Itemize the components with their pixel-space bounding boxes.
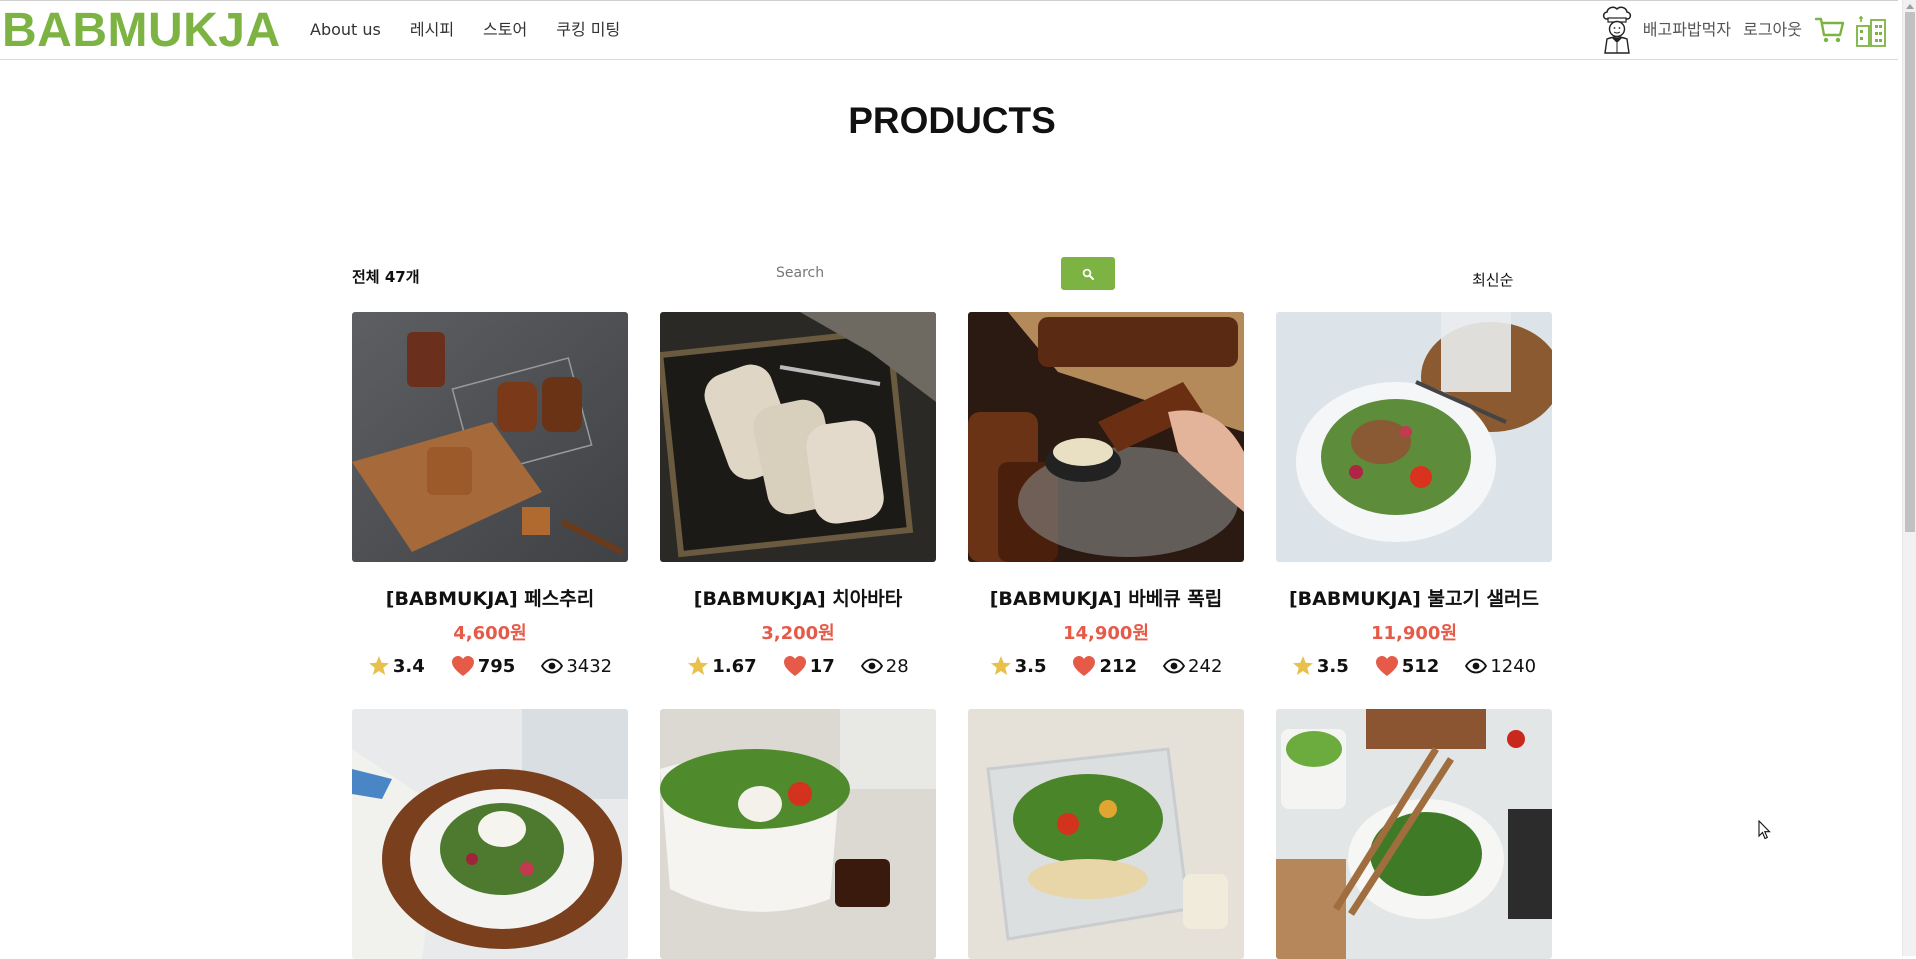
salad-container-photo[interactable]: [968, 709, 1244, 959]
salad-plate-photo[interactable]: [352, 709, 628, 959]
product-card[interactable]: [BABMUKJA] 불고기 샐러드 11,900원 3.5 512 1240: [1276, 312, 1552, 677]
star-icon: [990, 656, 1011, 675]
sort-dropdown[interactable]: 최신순: [1472, 269, 1513, 290]
nav-recipe[interactable]: 레시피: [410, 19, 454, 41]
nav-about-us[interactable]: About us: [310, 19, 381, 41]
product-stats: 3.4 795 3432: [352, 655, 628, 677]
scroll-up-arrow-icon[interactable]: [1906, 4, 1914, 9]
scrollbar[interactable]: [1902, 0, 1916, 956]
likes-count: 512: [1401, 655, 1440, 677]
eye-icon: [1465, 658, 1488, 674]
mouse-cursor-icon: [1758, 820, 1771, 840]
heart-icon[interactable]: [1072, 655, 1096, 677]
rating-value: 3.4: [392, 655, 425, 677]
product-price: 4,600원: [453, 623, 527, 644]
product-card[interactable]: [BABMUKJA] 치아바타 3,200원 1.67 17 28: [660, 312, 936, 677]
rating: 3.5: [1292, 655, 1349, 677]
likes[interactable]: 17: [783, 655, 835, 677]
store-icon[interactable]: [1854, 12, 1888, 48]
user-name[interactable]: 배고파밥먹자: [1643, 5, 1731, 55]
star-icon: [368, 656, 389, 675]
views: 1240: [1465, 656, 1536, 677]
main-nav: About us 레시피 스토어 쿠킹 미팅: [310, 19, 620, 41]
product-card[interactable]: [1276, 709, 1552, 959]
product-name[interactable]: [BABMUKJA] 불고기 샐러드: [1276, 584, 1552, 611]
header: BABMUKJA About us 레시피 스토어 쿠킹 미팅 배고파밥먹자 로…: [0, 0, 1898, 60]
rating: 1.67: [687, 655, 757, 677]
pastry-photo[interactable]: [352, 312, 628, 562]
star-icon: [688, 656, 709, 675]
nav-cooking-meeting[interactable]: 쿠킹 미팅: [556, 19, 620, 41]
product-price: 3,200원: [761, 623, 835, 644]
nav-store[interactable]: 스토어: [483, 19, 527, 41]
eye-icon: [860, 658, 883, 674]
product-name[interactable]: [BABMUKJA] 바베큐 폭립: [968, 584, 1244, 611]
rating-value: 3.5: [1316, 655, 1349, 677]
eye-icon: [541, 658, 564, 674]
heart-icon[interactable]: [451, 655, 475, 677]
rating-value: 3.5: [1014, 655, 1047, 677]
product-stats: 1.67 17 28: [660, 655, 936, 677]
likes-count: 17: [809, 655, 835, 677]
star-icon: [1292, 656, 1313, 675]
product-card[interactable]: [BABMUKJA] 페스추리 4,600원 3.4 795 3432: [352, 312, 628, 677]
likes[interactable]: 512: [1375, 655, 1440, 677]
product-price: 11,900원: [1370, 623, 1458, 644]
logout-link[interactable]: 로그아웃: [1743, 5, 1802, 55]
product-card[interactable]: [352, 709, 628, 959]
views: 242: [1163, 656, 1222, 677]
rating: 3.5: [990, 655, 1047, 677]
search-button[interactable]: [1061, 257, 1115, 290]
heart-icon[interactable]: [1375, 655, 1399, 677]
product-card[interactable]: [BABMUKJA] 바베큐 폭립 14,900원 3.5 212 242: [968, 312, 1244, 677]
views-count: 3432: [566, 655, 613, 677]
bbq-ribs-photo[interactable]: [968, 312, 1244, 562]
likes-count: 212: [1099, 655, 1138, 677]
heart-icon[interactable]: [783, 655, 807, 677]
eye-icon: [1163, 658, 1186, 674]
ciabatta-photo[interactable]: [660, 312, 936, 562]
product-count: 전체 47개: [352, 268, 420, 286]
salad-bowl-photo[interactable]: [660, 709, 936, 959]
views: 28: [860, 655, 909, 677]
search-input[interactable]: [776, 256, 1056, 290]
views-count: 28: [885, 655, 909, 677]
product-stats: 3.5 212 242: [968, 655, 1244, 677]
logo[interactable]: BABMUKJA: [2, 3, 281, 59]
product-card[interactable]: [968, 709, 1244, 959]
user-area: 배고파밥먹자 로그아웃: [1597, 5, 1888, 55]
likes[interactable]: 212: [1072, 655, 1137, 677]
search-icon: [1082, 268, 1094, 280]
chef-avatar-icon[interactable]: [1597, 5, 1637, 55]
views: 3432: [541, 656, 612, 677]
page-title: PRODUCTS: [848, 100, 1056, 141]
likes[interactable]: 795: [451, 655, 516, 677]
views-count: 1240: [1490, 655, 1537, 677]
product-name[interactable]: [BABMUKJA] 페스추리: [352, 584, 628, 611]
likes-count: 795: [477, 655, 516, 677]
product-stats: 3.5 512 1240: [1276, 655, 1552, 677]
views-count: 242: [1188, 655, 1223, 677]
scroll-thumb[interactable]: [1905, 12, 1915, 532]
salad-tongs-photo[interactable]: [1276, 709, 1552, 959]
rating: 3.4: [368, 655, 425, 677]
cart-icon[interactable]: [1814, 14, 1846, 46]
product-card[interactable]: [660, 709, 936, 959]
rating-value: 1.67: [712, 655, 757, 677]
bulgogi-salad-photo[interactable]: [1276, 312, 1552, 562]
product-price: 14,900원: [1062, 623, 1150, 644]
product-name[interactable]: [BABMUKJA] 치아바타: [660, 584, 936, 611]
